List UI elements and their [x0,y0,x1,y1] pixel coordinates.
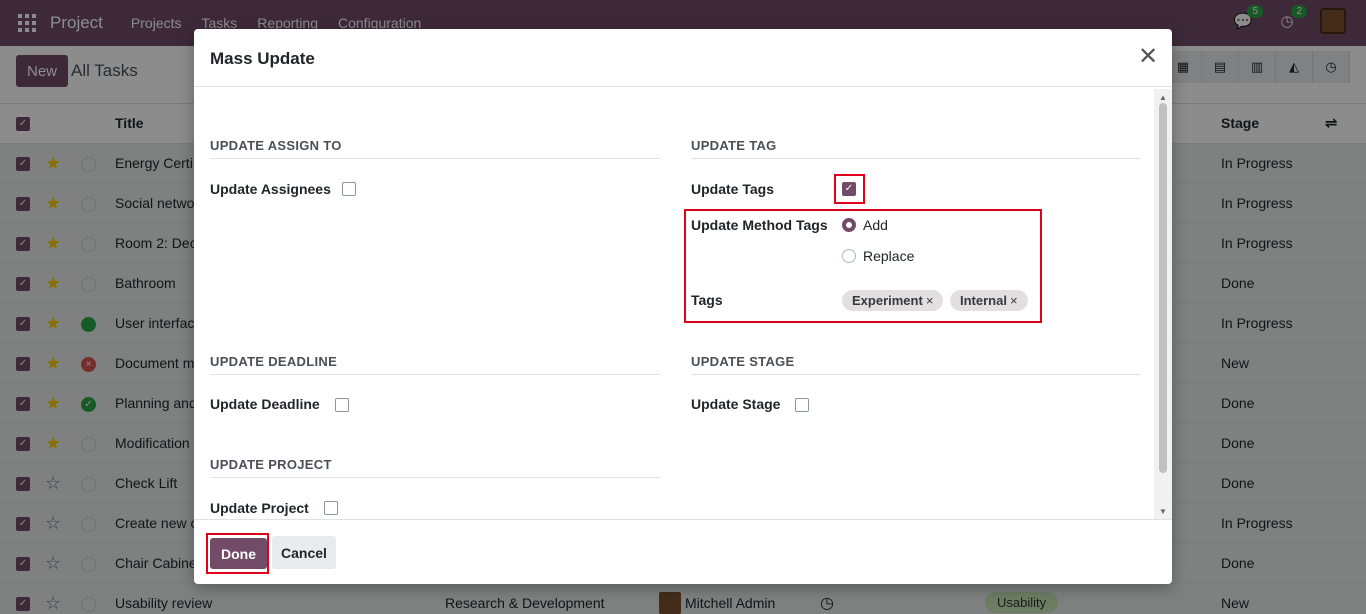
modal-body: UPDATE ASSIGN TO Update Assignees UPDATE… [194,87,1172,519]
highlight-box [684,209,1042,323]
cancel-button[interactable]: Cancel [272,536,336,569]
section-update-assign-to: UPDATE ASSIGN TO [210,138,660,159]
modal-scrollbar[interactable]: ▲ ▼ [1154,89,1172,519]
update-project-checkbox[interactable] [324,501,338,515]
update-deadline-checkbox[interactable] [335,398,349,412]
update-tags-label: Update Tags [691,181,774,197]
scroll-thumb[interactable] [1159,103,1167,473]
update-stage-checkbox[interactable] [795,398,809,412]
scroll-down-icon[interactable]: ▼ [1159,507,1167,516]
close-icon[interactable]: ✕ [1138,45,1158,69]
modal-header: Mass Update ✕ [194,29,1172,87]
section-update-tag: UPDATE TAG [691,138,1141,159]
modal-title: Mass Update [210,49,315,68]
section-update-project: UPDATE PROJECT [210,457,660,478]
update-project-label: Update Project [210,500,309,516]
section-update-stage: UPDATE STAGE [691,354,1141,375]
modal-footer: Done Cancel [194,519,1172,584]
section-update-deadline: UPDATE DEADLINE [210,354,660,375]
scroll-up-icon[interactable]: ▲ [1159,93,1167,102]
update-stage-label: Update Stage [691,396,781,412]
mass-update-dialog: Mass Update ✕ UPDATE ASSIGN TO Update As… [194,29,1172,584]
highlight-box [834,174,865,204]
update-deadline-label: Update Deadline [210,396,320,412]
update-assignees-checkbox[interactable] [342,182,356,196]
highlight-box [206,533,269,574]
update-assignees-label: Update Assignees [210,181,331,197]
